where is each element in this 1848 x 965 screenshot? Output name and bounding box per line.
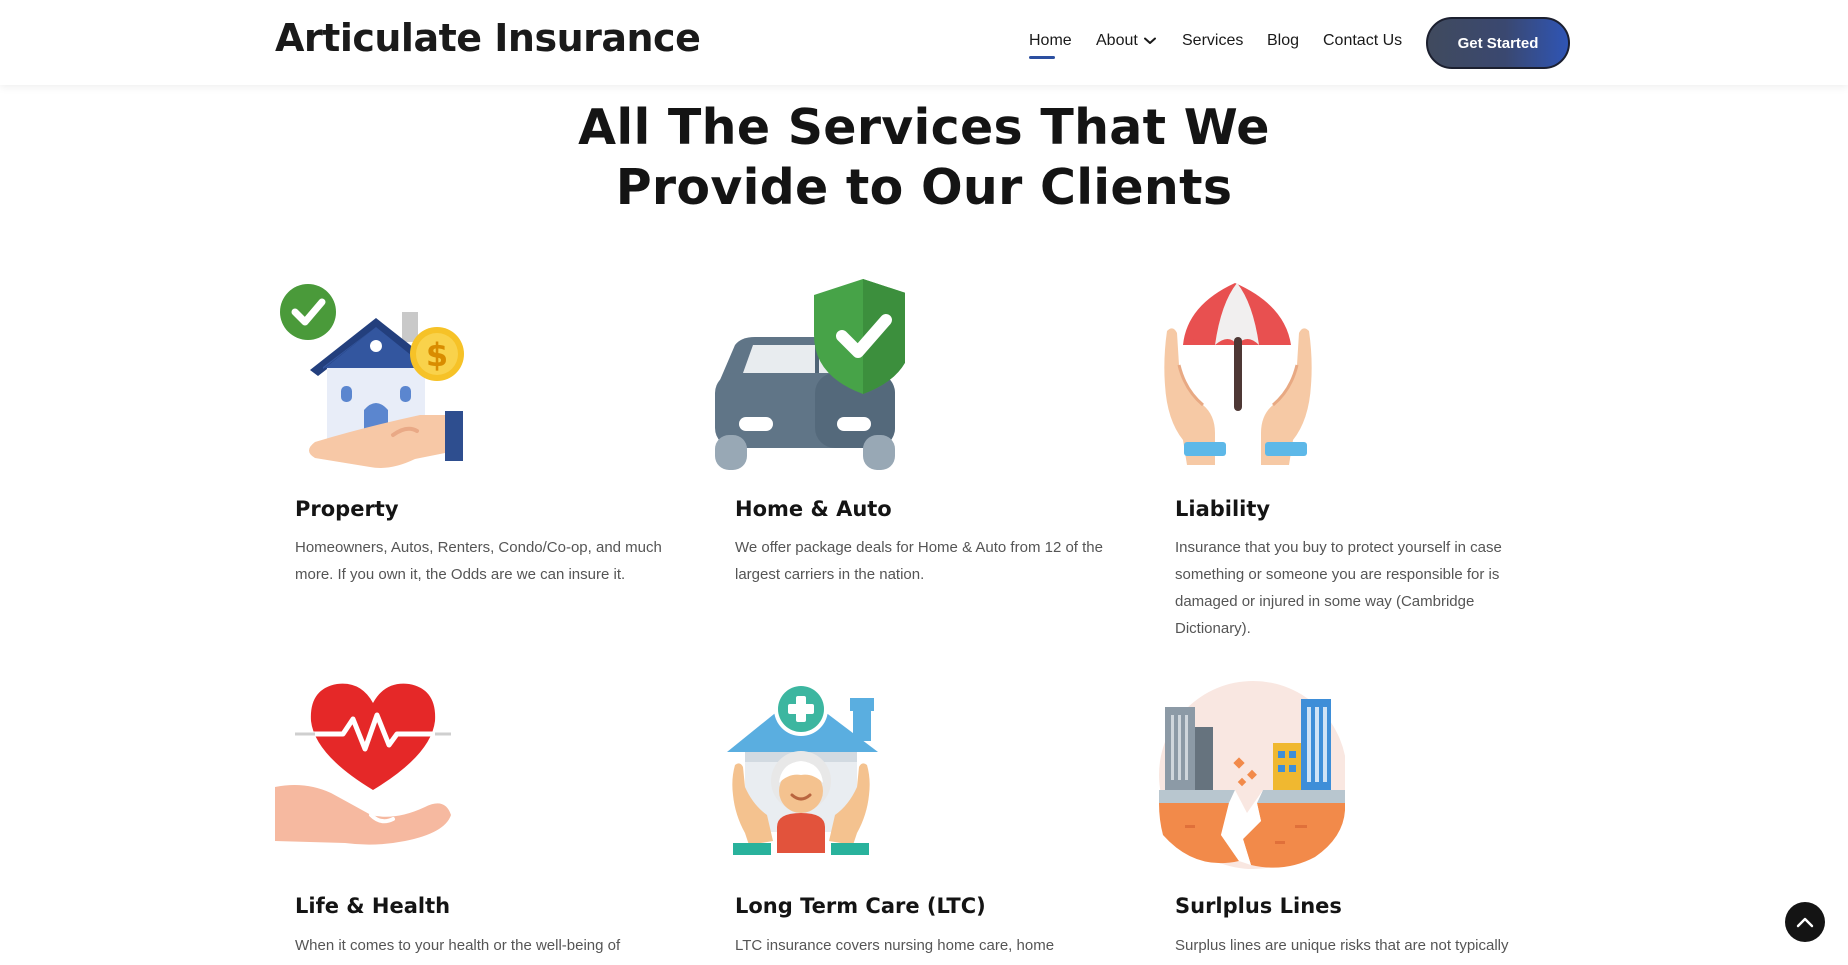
service-description: LTC insurance covers nursing home care, … xyxy=(735,937,1055,954)
service-card-surplus-lines[interactable]: Surlplus Lines Surplus lines are unique … xyxy=(1155,675,1575,965)
site-logo[interactable]: Articulate Insurance xyxy=(275,16,701,60)
service-description: When it comes to your health or the well… xyxy=(295,937,621,954)
svg-text:$: $ xyxy=(426,336,448,374)
nav-home[interactable]: Home xyxy=(1029,32,1072,59)
service-description: Homeowners, Autos, Renters, Condo/Co-op,… xyxy=(295,539,662,583)
service-title: Property xyxy=(295,497,399,521)
section-title-line2: Provide to Our Clients xyxy=(615,159,1233,216)
service-card-property[interactable]: $ Property Homeowners, Autos, Renters, C… xyxy=(275,275,695,615)
earthquake-city-icon xyxy=(1159,681,1345,869)
chevron-down-icon xyxy=(1143,37,1156,44)
nav-about[interactable]: About xyxy=(1096,32,1156,50)
site-header: Articulate Insurance Home About Services… xyxy=(0,0,1848,85)
umbrella-hands-icon xyxy=(1164,283,1312,465)
service-title: Surlplus Lines xyxy=(1175,894,1342,918)
service-card-liability[interactable]: Liability Insurance that you buy to prot… xyxy=(1155,275,1575,637)
service-description: Insurance that you buy to protect yourse… xyxy=(1175,539,1502,637)
heart-in-hand-icon xyxy=(275,683,451,845)
section-title-line1: All The Services That We xyxy=(578,99,1270,156)
service-card-life-health[interactable]: Life & Health When it comes to your heal… xyxy=(275,675,695,965)
house-in-hand-icon: $ xyxy=(280,284,464,468)
service-title: Long Term Care (LTC) xyxy=(735,894,986,918)
service-card-ltc[interactable]: Long Term Care (LTC) LTC insurance cover… xyxy=(715,675,1135,965)
nav-contact[interactable]: Contact Us xyxy=(1323,32,1402,50)
elder-care-home-icon xyxy=(727,682,878,855)
car-shield-icon xyxy=(715,279,905,470)
service-description: Surplus lines are unique risks that are … xyxy=(1175,937,1509,954)
nav-services[interactable]: Services xyxy=(1182,32,1243,50)
scroll-to-top-button[interactable] xyxy=(1785,902,1825,942)
service-description: We offer package deals for Home & Auto f… xyxy=(735,539,1103,583)
nav-about-label: About xyxy=(1096,32,1138,49)
section-title: All The Services That We Provide to Our … xyxy=(524,98,1324,218)
service-title: Liability xyxy=(1175,497,1271,521)
get-started-button[interactable]: Get Started xyxy=(1426,17,1570,69)
nav-blog[interactable]: Blog xyxy=(1267,32,1299,50)
arrow-up-icon xyxy=(1796,917,1814,928)
service-title: Life & Health xyxy=(295,894,451,918)
service-title: Home & Auto xyxy=(735,497,892,521)
service-card-home-auto[interactable]: Home & Auto We offer package deals for H… xyxy=(715,275,1135,615)
